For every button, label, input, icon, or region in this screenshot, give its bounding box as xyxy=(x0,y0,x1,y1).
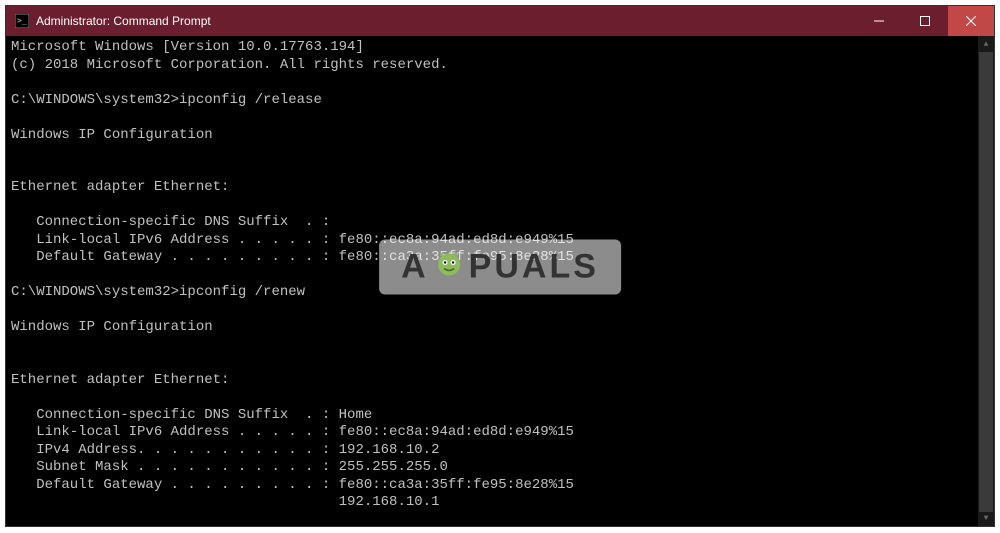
gateway-line-2: 192.168.10.1 xyxy=(11,494,439,510)
watermark-overlay: A PUALS xyxy=(379,239,621,294)
section-header: Windows IP Configuration xyxy=(11,319,213,335)
vertical-scrollbar[interactable]: ▲ ▼ xyxy=(978,36,994,526)
titlebar[interactable]: >_ Administrator: Command Prompt xyxy=(6,6,994,36)
watermark-mascot-icon xyxy=(431,249,467,285)
close-button[interactable] xyxy=(948,6,994,36)
scroll-up-arrow[interactable]: ▲ xyxy=(978,36,994,52)
dns-suffix-line: Connection-specific DNS Suffix . : Home xyxy=(11,407,372,423)
adapter-header: Ethernet adapter Ethernet: xyxy=(11,179,229,195)
prompt-path: C:\WINDOWS\system32> xyxy=(11,284,179,300)
scrollbar-thumb[interactable] xyxy=(979,52,993,512)
svg-text:>_: >_ xyxy=(17,16,27,25)
prompt-path: C:\WINDOWS\system32> xyxy=(11,92,179,108)
copyright-line: (c) 2018 Microsoft Corporation. All righ… xyxy=(11,57,448,73)
window-title: Administrator: Command Prompt xyxy=(36,14,856,28)
maximize-button[interactable] xyxy=(902,6,948,36)
command-text: ipconfig /release xyxy=(179,92,322,108)
command-text: ipconfig /renew xyxy=(179,284,305,300)
minimize-button[interactable] xyxy=(856,6,902,36)
subnet-mask-line: Subnet Mask . . . . . . . . . . . : 255.… xyxy=(11,459,448,475)
section-header: Windows IP Configuration xyxy=(11,127,213,143)
gateway-line: Default Gateway . . . . . . . . . : fe80… xyxy=(11,477,574,493)
watermark-text-prefix: A xyxy=(401,247,429,286)
version-line: Microsoft Windows [Version 10.0.17763.19… xyxy=(11,39,364,55)
ipv4-address-line: IPv4 Address. . . . . . . . . . . : 192.… xyxy=(11,442,439,458)
ipv6-address-line: Link-local IPv6 Address . . . . . : fe80… xyxy=(11,424,574,440)
watermark-text-suffix: PUALS xyxy=(469,247,599,286)
dns-suffix-line: Connection-specific DNS Suffix . : xyxy=(11,214,330,230)
cmd-icon: >_ xyxy=(14,13,30,29)
adapter-header: Ethernet adapter Ethernet: xyxy=(11,372,229,388)
scroll-down-arrow[interactable]: ▼ xyxy=(978,510,994,526)
window-controls xyxy=(856,6,994,36)
